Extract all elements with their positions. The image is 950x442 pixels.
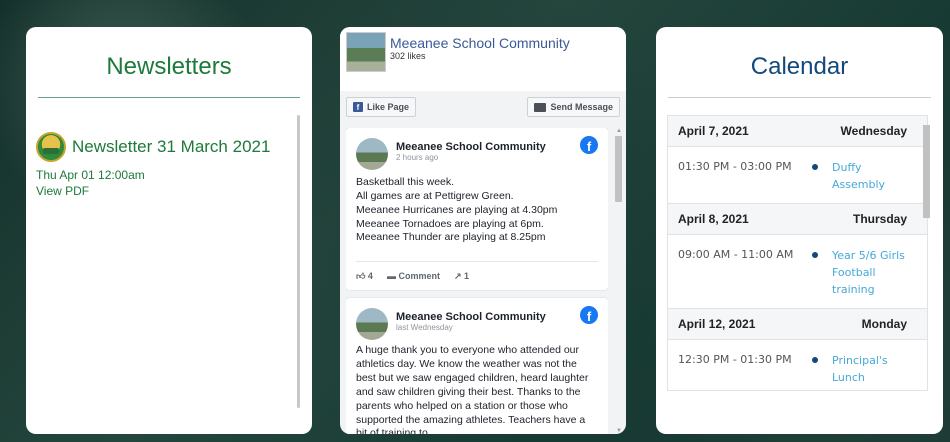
day-date: April 12, 2021 — [678, 317, 756, 332]
scroll-up-icon[interactable]: ▲ — [616, 128, 622, 134]
share-count: 1 — [464, 271, 470, 282]
post-author[interactable]: Meeanee School Community — [396, 311, 598, 323]
school-logo-icon — [36, 132, 66, 162]
facebook-post: Meeanee School Community 2 hours ago f B… — [346, 128, 608, 291]
calendar-event: 09:00 AM - 11:00 AM Year 5/6 Girls Footb… — [668, 235, 927, 310]
day-date: April 7, 2021 — [678, 124, 749, 138]
divider — [668, 97, 931, 98]
like-page-button[interactable]: f Like Page — [346, 97, 417, 117]
event-time: 12:30 PM - 01:30 PM — [678, 353, 792, 367]
post-timestamp[interactable]: last Wednesday — [396, 323, 598, 332]
share-button[interactable]: ↗ 1 — [454, 271, 469, 282]
scrollbar[interactable]: ▲ ▼ — [613, 128, 623, 434]
day-date: April 8, 2021 — [678, 212, 749, 227]
page-profile-picture[interactable] — [346, 32, 386, 72]
page-name-link[interactable]: Meeanee School Community — [390, 35, 570, 51]
facebook-feed[interactable]: Meeanee School Community 2 hours ago f B… — [346, 128, 608, 434]
like-page-label: Like Page — [367, 102, 410, 112]
post-actions: 👍︎ 4 ▬ Comment ↗ 1 — [356, 261, 598, 282]
facebook-logo-icon[interactable]: f — [580, 136, 598, 154]
scroll-down-icon[interactable]: ▼ — [616, 428, 622, 434]
page-likes-count: 302 likes — [390, 51, 426, 61]
view-pdf-link[interactable]: View PDF — [36, 184, 312, 198]
calendar-day-header: April 8, 2021 Thursday — [668, 204, 927, 236]
newsletter-item: Newsletter 31 March 2021 Thu Apr 01 12:0… — [26, 98, 312, 198]
post-text: Basketball this week. All games are at P… — [356, 176, 598, 245]
facebook-page-plugin: Meeanee School Community 302 likes f Lik… — [340, 27, 626, 434]
send-message-label: Send Message — [550, 102, 613, 112]
calendar-title: Calendar — [750, 53, 849, 80]
scrollbar[interactable] — [297, 115, 300, 408]
calendar-day-header: April 7, 2021 Wednesday — [668, 116, 927, 147]
post-line: Meeanee Tornadoes are playing at 6pm. — [356, 217, 544, 230]
share-icon: ↗ — [453, 271, 462, 282]
comment-icon: ▬ — [386, 271, 396, 282]
send-message-button[interactable]: Send Message — [527, 97, 620, 117]
facebook-button-bar: f Like Page Send Message — [340, 97, 626, 121]
facebook-header: Meeanee School Community 302 likes — [340, 27, 626, 91]
like-count: 4 — [367, 271, 373, 282]
day-weekday: Wednesday — [840, 124, 907, 138]
post-line: Meeanee Hurricanes are playing at 4.30pm — [356, 203, 558, 216]
event-link[interactable]: Duffy Assembly — [832, 159, 912, 193]
avatar[interactable] — [356, 308, 388, 341]
newsletter-date: Thu Apr 01 12:00am — [36, 168, 145, 182]
event-time: 09:00 AM - 11:00 AM — [678, 248, 794, 262]
post-line: Meeanee Thunder are playing at 8.25pm — [356, 231, 546, 244]
bullet-icon — [812, 357, 818, 364]
calendar-day-header: April 12, 2021 Monday — [668, 309, 927, 341]
event-link[interactable]: Year 5/6 Girls Football training — [832, 247, 912, 298]
post-line: Basketball this week. — [356, 176, 455, 188]
like-count-button[interactable]: 👍︎ 4 — [356, 271, 373, 282]
avatar[interactable] — [356, 138, 388, 170]
calendar-event: 12:30 PM - 01:30 PM Principal's Lunch — [668, 340, 927, 390]
event-time: 01:30 PM - 03:00 PM — [678, 160, 792, 173]
post-author[interactable]: Meeanee School Community — [396, 141, 598, 153]
event-link[interactable]: Principal's Lunch — [832, 352, 912, 386]
calendar-event: 01:30 PM - 03:00 PM Duffy Assembly — [668, 147, 927, 205]
scrollbar[interactable] — [921, 115, 931, 391]
scrollbar-thumb[interactable] — [615, 136, 622, 202]
bullet-icon — [812, 252, 818, 259]
bullet-icon — [812, 164, 818, 170]
calendar-panel: Calendar April 7, 2021 Wednesday 01:30 P… — [656, 27, 943, 434]
newsletter-title-link[interactable]: Newsletter 31 March 2021 — [72, 137, 270, 157]
day-weekday: Thursday — [852, 212, 907, 227]
messenger-icon — [534, 102, 547, 112]
calendar-event-list[interactable]: April 7, 2021 Wednesday 01:30 PM - 03:00… — [667, 115, 928, 391]
post-timestamp[interactable]: 2 hours ago — [396, 153, 598, 162]
post-line: All games are at Pettigrew Green. — [356, 189, 514, 202]
newsletters-title: Newsletters — [106, 53, 232, 80]
facebook-post: Meeanee School Community last Wednesday … — [346, 298, 608, 434]
newsletters-panel: Newsletters Newsletter 31 March 2021 Thu… — [26, 27, 312, 434]
comment-button[interactable]: ▬ Comment — [387, 271, 440, 282]
comment-label: Comment — [398, 271, 440, 282]
post-text: A huge thank you to everyone who attende… — [356, 344, 589, 434]
facebook-f-icon: f — [353, 102, 363, 112]
thumbs-up-icon: 👍︎ — [356, 271, 366, 282]
day-weekday: Monday — [861, 317, 907, 332]
scrollbar-thumb[interactable] — [923, 125, 930, 218]
